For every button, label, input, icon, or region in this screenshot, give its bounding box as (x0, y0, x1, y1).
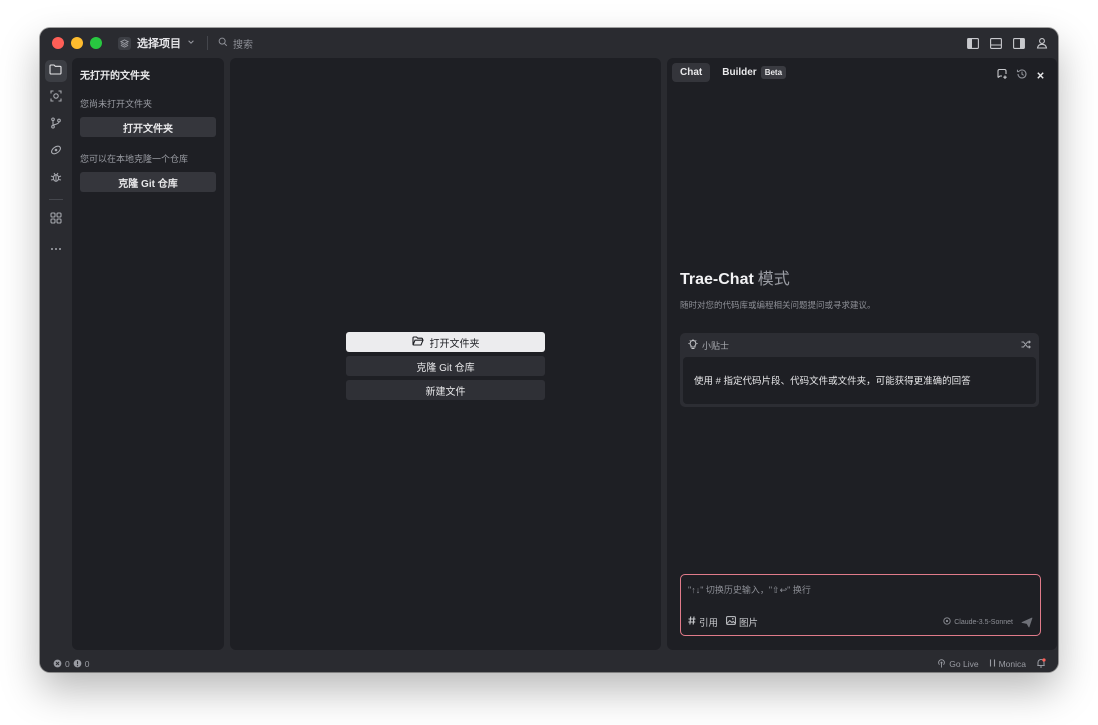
layout-left-icon[interactable] (966, 37, 979, 50)
window-controls (52, 37, 102, 49)
image-button[interactable]: 图片 (726, 615, 758, 629)
no-folder-note: 您尚未打开文件夹 (80, 99, 153, 109)
go-live-button[interactable]: Go Live (937, 658, 979, 670)
explorer-title: 无打开的文件夹 (80, 71, 150, 82)
shuffle-icon[interactable] (1021, 340, 1031, 351)
remote-link-icon (50, 143, 62, 161)
titlebar-divider (207, 36, 208, 50)
source-control-icon (50, 116, 62, 134)
send-icon[interactable] (1021, 617, 1033, 628)
debug-icon (50, 170, 62, 188)
chat-heading-title: Trae-Chat (680, 271, 754, 288)
clone-repo-button[interactable]: 克隆 Git 仓库 (80, 172, 216, 192)
problems-indicator[interactable]: 0 0 (53, 659, 89, 670)
tip-label: 小贴士 (702, 341, 730, 351)
project-selector[interactable]: 选择项目 (118, 35, 195, 51)
open-folder-button[interactable]: 打开文件夹 (80, 117, 216, 137)
app-window: 选择项目 搜索 无打开的文件夹 您尚未打开文件夹 打开文件夹 您可以在本地克隆一… (40, 28, 1058, 672)
chat-input[interactable]: "↑↓" 切换历史输入，"⇧↩" 换行 引用 图片 Claude-3.5-Son… (680, 574, 1041, 636)
warning-icon (73, 659, 82, 670)
search-icon (218, 37, 228, 50)
tab-builder[interactable]: Builder Beta (714, 63, 794, 82)
minimize-window-button[interactable] (71, 37, 83, 49)
clone-note: 您可以在本地克隆一个仓库 (80, 154, 189, 164)
lightbulb-icon (688, 339, 698, 352)
chat-subtitle: 随时对您的代码库或编程相关问题提问或寻求建议。 (680, 300, 876, 310)
model-name: Claude-3.5-Sonnet (954, 618, 1013, 626)
history-icon[interactable] (1016, 67, 1028, 85)
chat-input-toolbar: 引用 图片 Claude-3.5-Sonnet (688, 615, 1033, 629)
monica-button[interactable]: Monica (989, 659, 1026, 669)
new-chat-icon[interactable] (996, 67, 1008, 85)
close-icon[interactable] (1036, 67, 1045, 85)
monica-icon (989, 659, 996, 669)
search-scan-icon (49, 89, 62, 107)
source-control-button[interactable] (45, 114, 67, 136)
remote-button[interactable] (45, 141, 67, 163)
image-icon (726, 616, 736, 628)
search-placeholder: 搜索 (233, 39, 253, 51)
image-label: 图片 (739, 618, 759, 629)
title-bar: 选择项目 搜索 (40, 28, 1058, 58)
reference-label: 引用 (699, 618, 719, 629)
warning-count: 0 (84, 659, 90, 669)
editor-clone-repo-button[interactable]: 克隆 Git 仓库 (346, 356, 545, 376)
chevron-down-icon (187, 37, 195, 49)
activity-divider (48, 199, 63, 200)
reference-button[interactable]: 引用 (688, 615, 718, 629)
chat-input-placeholder: "↑↓" 切换历史输入，"⇧↩" 换行 (688, 585, 811, 595)
extensions-button[interactable] (45, 209, 67, 231)
tab-chat[interactable]: Chat (672, 63, 711, 82)
tip-card: 小贴士 使用 # 指定代码片段、代码文件或文件夹，可能获得更准确的回答 (680, 333, 1039, 407)
close-window-button[interactable] (52, 37, 64, 49)
editor-area: 打开文件夹 克隆 Git 仓库 新建文件 (230, 58, 661, 650)
chat-actions (996, 67, 1045, 85)
beta-badge: Beta (760, 66, 787, 79)
explorer-button[interactable] (44, 60, 67, 82)
tip-header: 小贴士 (680, 333, 1039, 358)
layout-right-icon[interactable] (1012, 37, 1025, 50)
more-icon (50, 238, 62, 256)
model-icon (943, 617, 951, 627)
editor-open-folder-label: 打开文件夹 (429, 338, 480, 350)
layout-bottom-icon[interactable] (989, 37, 1002, 50)
extensions-icon (49, 211, 62, 229)
error-icon (53, 659, 62, 670)
activity-bar (40, 58, 71, 656)
broadcast-icon (937, 658, 946, 670)
project-selector-label: 选择项目 (137, 38, 181, 50)
tab-builder-label: Builder (722, 67, 757, 78)
folder-icon (49, 62, 62, 80)
search-scan-button[interactable] (45, 87, 67, 109)
error-count: 0 (65, 659, 70, 669)
status-right: Go Live Monica (937, 658, 1046, 670)
chat-heading: Trae-Chat 模式 (680, 265, 790, 289)
editor-welcome-actions: 打开文件夹 克隆 Git 仓库 新建文件 (346, 332, 545, 404)
chat-heading-mode: 模式 (757, 271, 790, 288)
debug-button[interactable] (45, 168, 67, 190)
explorer-panel: 无打开的文件夹 您尚未打开文件夹 打开文件夹 您可以在本地克隆一个仓库 克隆 G… (72, 58, 224, 650)
chat-panel: Chat Builder Beta Trae-Chat 模式 随时对您的代码库或编程… (667, 58, 1057, 650)
bell-icon[interactable] (1036, 658, 1046, 670)
editor-new-file-button[interactable]: 新建文件 (346, 380, 545, 400)
zoom-window-button[interactable] (90, 37, 102, 49)
project-logo-icon (118, 36, 131, 50)
status-bar: 0 0 Go Live Monica (40, 656, 1058, 672)
search-box[interactable]: 搜索 (218, 36, 253, 51)
more-button[interactable] (45, 236, 67, 258)
tip-text: 使用 # 指定代码片段、代码文件或文件夹，可能获得更准确的回答 (683, 357, 1036, 404)
layout-controls (966, 37, 1048, 50)
editor-open-folder-button[interactable]: 打开文件夹 (346, 332, 545, 352)
folder-open-icon (411, 335, 424, 349)
chat-tabs: Chat Builder Beta (672, 63, 794, 82)
hash-icon (688, 616, 696, 628)
model-selector[interactable]: Claude-3.5-Sonnet (943, 617, 1013, 627)
monica-label: Monica (998, 659, 1026, 669)
go-live-label: Go Live (949, 659, 979, 669)
account-icon[interactable] (1035, 37, 1048, 50)
